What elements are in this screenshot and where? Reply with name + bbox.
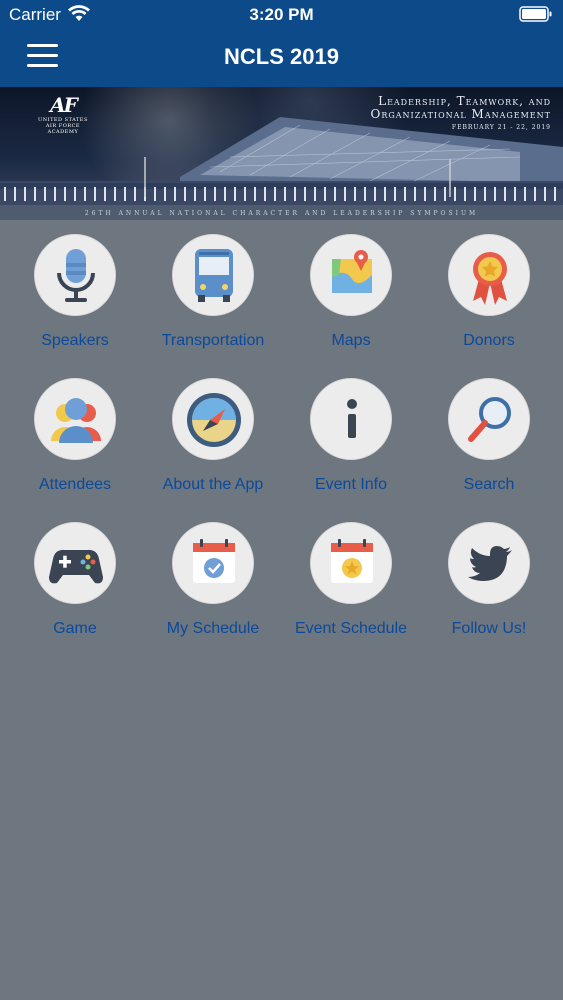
map-pin-icon <box>310 234 392 316</box>
usafa-logo: AF UNITED STATES AIR FORCE ACADEMY <box>38 93 88 135</box>
tile-label: Search <box>463 476 515 493</box>
tile-label: Event Info <box>314 476 388 493</box>
tile-my-schedule[interactable]: My Schedule <box>144 508 282 638</box>
page-title: NCLS 2019 <box>224 44 339 69</box>
magnifier-icon <box>448 378 530 460</box>
event-banner: AF UNITED STATES AIR FORCE ACADEMY Leade… <box>0 87 563 220</box>
bus-icon <box>172 234 254 316</box>
tile-donors[interactable]: Donors <box>420 220 558 350</box>
banner-footer-text: 26TH ANNUAL NATIONAL CHARACTER AND LEADE… <box>84 210 479 217</box>
battery-icon <box>519 6 553 27</box>
calendar-star-icon <box>310 522 392 604</box>
status-time: 3:20 PM <box>249 5 314 24</box>
tile-label: Speakers <box>41 332 109 349</box>
tile-event-schedule[interactable]: Event Schedule <box>282 508 420 638</box>
tile-game[interactable]: Game <box>6 508 144 638</box>
status-bar: Carrier 3:20 PM <box>0 0 563 30</box>
banner-date: FEBRUARY 21 - 22, 2019 <box>451 124 551 131</box>
top-bar: Carrier 3:20 PM NCLS 2019 <box>0 0 563 87</box>
tile-label: Follow Us! <box>451 620 527 637</box>
tile-event-info[interactable]: Event Info <box>282 364 420 494</box>
banner-headline: Leadership, Teamwork, and Organizational… <box>371 95 552 134</box>
tile-label: About the App <box>162 476 264 493</box>
people-icon <box>34 378 116 460</box>
compass-icon <box>172 378 254 460</box>
award-ribbon-icon <box>448 234 530 316</box>
microphone-icon <box>34 234 116 316</box>
twitter-bird-icon <box>448 522 530 604</box>
tile-label: Maps <box>331 332 371 349</box>
tile-speakers[interactable]: Speakers <box>6 220 144 350</box>
tile-follow-us[interactable]: Follow Us! <box>420 508 558 638</box>
tile-about-the-app[interactable]: About the App <box>144 364 282 494</box>
tile-attendees[interactable]: Attendees <box>6 364 144 494</box>
tile-label: My Schedule <box>166 620 260 637</box>
gamepad-icon <box>34 522 116 604</box>
info-icon <box>310 378 392 460</box>
tile-label: Attendees <box>38 476 112 493</box>
tile-label: Transportation <box>161 332 265 349</box>
tile-maps[interactable]: Maps <box>282 220 420 350</box>
calendar-check-icon <box>172 522 254 604</box>
tile-transportation[interactable]: Transportation <box>144 220 282 350</box>
tile-label: Game <box>53 620 97 637</box>
tile-label: Donors <box>463 332 515 349</box>
tile-label: Event Schedule <box>294 620 408 637</box>
tile-search[interactable]: Search <box>420 364 558 494</box>
